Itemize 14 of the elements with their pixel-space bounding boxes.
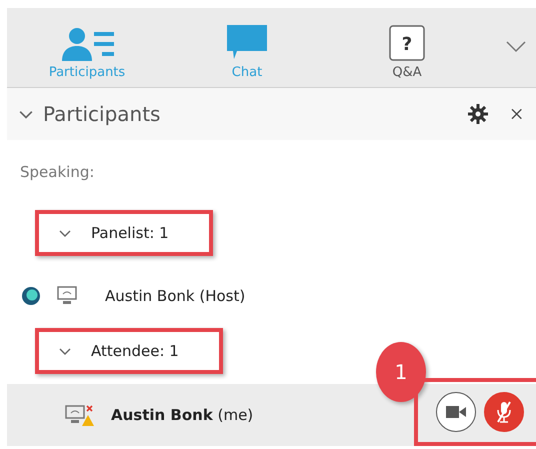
chevron-down-icon[interactable] (506, 41, 526, 53)
participant-name: Austin Bonk (Host) (105, 287, 246, 305)
group-label: Panelist: 1 (91, 224, 169, 242)
group-label: Attendee: 1 (91, 342, 179, 360)
person-list-icon (60, 27, 114, 61)
video-camera-icon (446, 405, 466, 419)
chat-bubble-icon (227, 25, 267, 61)
participant-name: Austin Bonk (me) (111, 406, 254, 424)
settings-icon[interactable] (468, 104, 488, 124)
panel-title: Participants (43, 102, 162, 126)
muted-microphone-icon (496, 401, 512, 423)
speaking-label: Speaking: (20, 163, 94, 181)
question-icon: ? (389, 25, 425, 61)
panel-tab[interactable]: ? Q&A (327, 25, 487, 87)
